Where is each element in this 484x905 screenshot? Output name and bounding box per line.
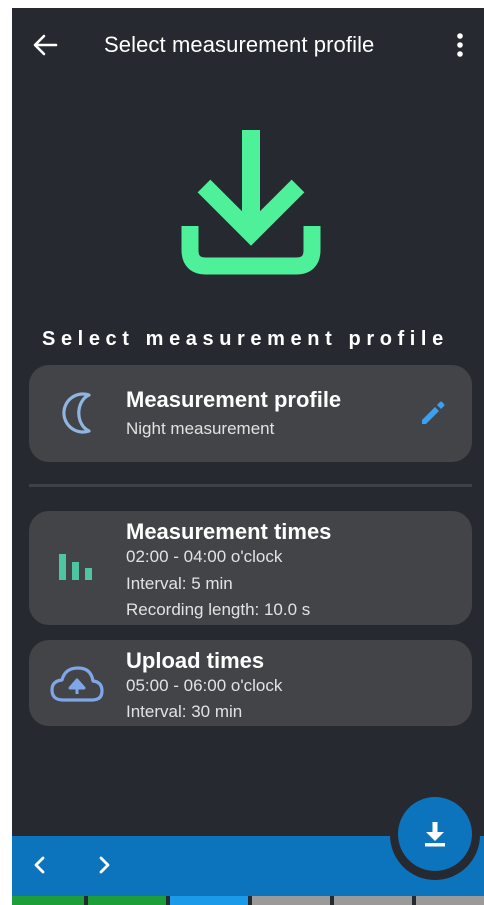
card-line: Interval: 5 min: [126, 574, 233, 593]
overflow-menu-button[interactable]: [448, 30, 472, 60]
previous-button[interactable]: [26, 848, 54, 882]
chevron-left-icon: [34, 856, 45, 874]
card-line: 05:00 - 06:00 o'clock: [126, 676, 283, 695]
card-line: Recording length: 10.0 s: [126, 600, 311, 619]
measurement-profile-card[interactable]: Measurement profile Night measurement: [29, 365, 472, 462]
download-icon: [425, 822, 445, 847]
more-vert-icon: [457, 33, 463, 57]
card-title: Upload times: [126, 648, 265, 673]
section-heading: Select measurement profile: [42, 328, 449, 350]
arrow-left-icon: [33, 34, 58, 56]
page-title: Select measurement profile: [104, 32, 375, 57]
pencil-icon: [422, 401, 445, 424]
card-subtitle: Night measurement: [126, 419, 275, 438]
card-line: Interval: 30 min: [126, 702, 243, 721]
step-progress-strip: [12, 896, 484, 905]
progress-segment: [12, 896, 84, 905]
cloud-upload-icon: [49, 664, 105, 709]
top-app-bar: Select measurement profile: [12, 8, 484, 84]
upload-times-card[interactable]: Upload times 05:00 - 06:00 o'clock Inter…: [29, 640, 472, 726]
back-button[interactable]: [30, 30, 60, 60]
measurement-times-card[interactable]: Measurement times 02:00 - 04:00 o'clock …: [29, 511, 472, 625]
card-title: Measurement profile: [126, 387, 342, 412]
divider: [29, 484, 472, 487]
chevron-right-icon: [99, 856, 110, 874]
progress-segment: [88, 896, 166, 905]
progress-segment: [252, 896, 330, 905]
app-screen: Select measurement profile Select measur…: [12, 8, 484, 905]
progress-segment: [416, 896, 484, 905]
progress-segment: [170, 896, 248, 905]
next-button[interactable]: [90, 848, 118, 882]
progress-segment: [334, 896, 412, 905]
download-fab-button[interactable]: [398, 797, 472, 871]
edit-button[interactable]: [419, 399, 447, 432]
hero-download-icon: [176, 128, 326, 278]
bar-chart-icon: [57, 552, 97, 587]
card-line: 02:00 - 04:00 o'clock: [126, 547, 283, 566]
card-title: Measurement times: [126, 519, 332, 544]
moon-icon: [59, 391, 99, 440]
